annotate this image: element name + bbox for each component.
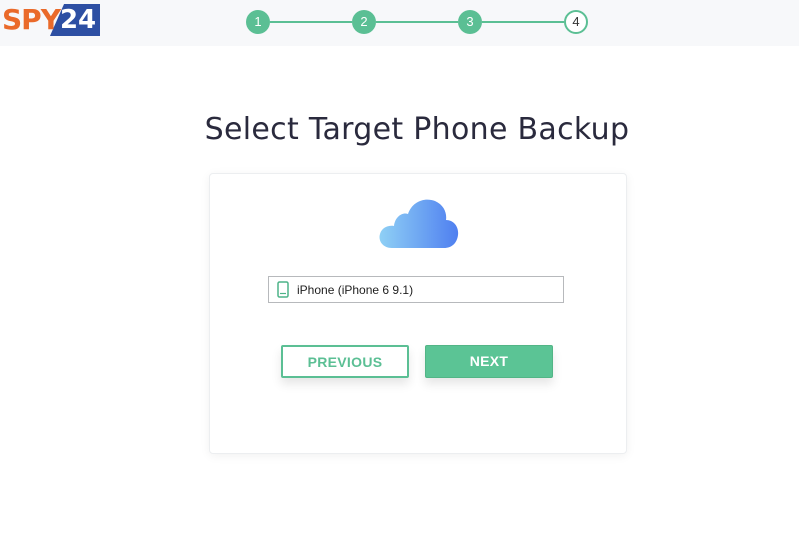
step-1: 1 <box>246 10 270 34</box>
icloud-icon <box>378 196 460 252</box>
device-select-value: iPhone (iPhone 6 9.1) <box>297 282 414 297</box>
page-title: Select Target Phone Backup <box>204 112 630 148</box>
next-button[interactable]: NEXT <box>425 345 553 378</box>
step-connector-1-2 <box>270 21 352 23</box>
progress-stepper: 1 2 3 4 <box>0 0 799 46</box>
step-4: 4 <box>564 10 588 34</box>
backup-card: iPhone (iPhone 6 9.1) PREVIOUS NEXT <box>209 173 627 454</box>
previous-button[interactable]: PREVIOUS <box>281 345 409 378</box>
logo-text-spy: SPY <box>2 3 61 36</box>
device-backup-select[interactable]: iPhone (iPhone 6 9.1) <box>268 276 564 303</box>
step-3: 3 <box>458 10 482 34</box>
step-connector-2-3 <box>376 21 458 23</box>
phone-icon <box>277 281 289 298</box>
step-connector-3-4 <box>482 21 564 23</box>
step-2: 2 <box>352 10 376 34</box>
